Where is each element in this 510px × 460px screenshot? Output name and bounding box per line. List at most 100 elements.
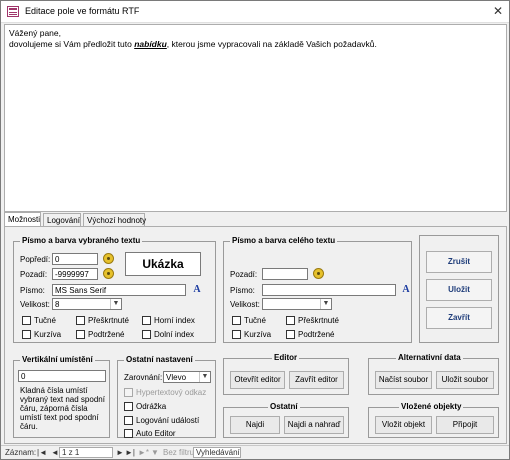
rtf-text-area[interactable]: Vážený pane, dovolujeme si Vám předložit… xyxy=(4,24,507,212)
embedded-objects-group: Vložené objekty Vložit objekt Připojit xyxy=(368,402,499,438)
close-icon[interactable]: ✕ xyxy=(491,4,505,18)
selected-text-font-group: Písmo a barva vybraného textu Popředí: 0… xyxy=(13,236,216,343)
help-line: umístí text pod spodní xyxy=(20,413,99,422)
auto-editor-checkbox[interactable] xyxy=(124,429,133,438)
hyperlink-label: Hypertextový odkaz xyxy=(136,388,207,397)
alignment-value: Vlevo xyxy=(166,373,187,382)
find-button[interactable]: Najdi xyxy=(230,416,280,434)
group-title: Ostatní xyxy=(268,402,300,411)
size-value: 8 xyxy=(55,300,60,309)
strikethrough-checkbox[interactable] xyxy=(76,316,85,325)
close-editor-button[interactable]: Zavřít editor xyxy=(289,371,344,389)
last-record-icon[interactable]: ►| xyxy=(125,448,135,457)
all-text-font-group: Písmo a barva celého textu Pozadí: Písmo… xyxy=(223,236,412,343)
bold-label: Tučné xyxy=(34,316,56,325)
alternative-data-group: Alternativní data Načíst soubor Uložit s… xyxy=(368,353,499,395)
bold-label: Tučné xyxy=(244,316,266,325)
underline-checkbox[interactable] xyxy=(76,330,85,339)
color-picker-icon[interactable] xyxy=(103,268,114,279)
options-panel: Písmo a barva vybraného textu Popředí: 0… xyxy=(4,226,507,444)
next-record-icon[interactable]: ► xyxy=(116,448,124,457)
load-file-button[interactable]: Načíst soubor xyxy=(375,371,432,389)
other-settings-group: Ostatní nastavení Zarovnání: Vlevo ▼ Hype… xyxy=(117,355,216,438)
alignment-select[interactable]: Vlevo ▼ xyxy=(163,371,211,383)
hyperlink-checkbox[interactable] xyxy=(124,388,133,397)
group-title: Písmo a barva vybraného textu xyxy=(20,236,143,245)
background-input[interactable] xyxy=(262,268,308,280)
chevron-down-icon: ▼ xyxy=(199,372,210,382)
search-input[interactable]: Vyhledávání xyxy=(193,447,241,458)
font-label: Písmo: xyxy=(20,286,45,295)
alignment-label: Zarovnání: xyxy=(124,373,163,382)
text-line-1: Vážený pane, xyxy=(9,28,61,38)
log-events-checkbox[interactable] xyxy=(124,416,133,425)
group-title: Písmo a barva celého textu xyxy=(230,236,338,245)
strikethrough-label: Přeškrtnuté xyxy=(298,316,339,325)
rtf-editor-dialog: Editace pole ve formátu RTF ✕ Vážený pan… xyxy=(0,0,510,460)
record-label: Záznam: xyxy=(5,448,37,457)
save-button[interactable]: Uložit xyxy=(426,279,492,301)
help-line: čáru, záporná čísla xyxy=(20,404,88,413)
current-record-input[interactable]: 1 z 1 xyxy=(59,447,113,458)
vertical-help-text: Kladná čísla umístí vybraný text nad spo… xyxy=(20,386,105,431)
group-title: Alternativní data xyxy=(396,353,463,362)
auto-editor-label: Auto Editor xyxy=(136,429,176,438)
underline-label: Podtržené xyxy=(88,330,125,339)
bold-checkbox[interactable] xyxy=(22,316,31,325)
italic-checkbox[interactable] xyxy=(232,330,241,339)
italic-checkbox[interactable] xyxy=(22,330,31,339)
size-select[interactable]: ▼ xyxy=(262,298,332,310)
background-label: Pozadí: xyxy=(230,270,258,279)
italic-label: Kurzíva xyxy=(244,330,272,339)
group-title: Ostatní nastavení xyxy=(124,355,195,364)
filter-icon[interactable]: ▼ xyxy=(151,448,159,457)
help-line: Kladná čísla umístí xyxy=(20,386,88,395)
foreground-input[interactable]: 0 xyxy=(52,253,98,265)
filter-status[interactable]: Bez filtru xyxy=(163,448,194,457)
log-events-label: Logování událostí xyxy=(136,416,200,425)
subscript-checkbox[interactable] xyxy=(142,330,151,339)
open-editor-button[interactable]: Otevřít editor xyxy=(230,371,285,389)
cancel-button[interactable]: Zrušit xyxy=(426,251,492,273)
font-preview: Ukázka xyxy=(125,252,201,276)
help-line: vybraný text nad spodní xyxy=(20,395,105,404)
help-line: čáru. xyxy=(20,422,38,431)
new-record-icon[interactable]: ►* xyxy=(138,448,149,457)
vertical-offset-input[interactable]: 0 xyxy=(18,370,106,382)
save-file-button[interactable]: Uložit soubor xyxy=(436,371,494,389)
subscript-label: Dolní index xyxy=(154,330,195,339)
font-input[interactable] xyxy=(262,284,396,296)
size-select[interactable]: 8 ▼ xyxy=(52,298,122,310)
italic-label: Kurzíva xyxy=(34,330,62,339)
font-dialog-icon[interactable]: A xyxy=(400,284,412,296)
first-record-icon[interactable]: |◄ xyxy=(37,448,47,457)
close-button[interactable]: Zavřít xyxy=(426,307,492,329)
text-line-2: dovolujeme si Vám předložit tuto nabídku… xyxy=(9,39,502,50)
size-label: Velikost: xyxy=(20,300,50,309)
color-picker-icon[interactable] xyxy=(103,253,114,264)
font-dialog-icon[interactable]: A xyxy=(191,284,203,296)
tab-vychozi-hodnoty[interactable]: Výchozí hodnoty xyxy=(83,213,146,226)
insert-object-button[interactable]: Vložit objekt xyxy=(375,416,432,434)
tab-logovani[interactable]: Logování xyxy=(43,213,81,226)
text-line-2-pre: dovolujeme si Vám předložit tuto xyxy=(9,39,135,49)
strikethrough-checkbox[interactable] xyxy=(286,316,295,325)
underline-checkbox[interactable] xyxy=(286,330,295,339)
previous-record-icon[interactable]: ◄ xyxy=(51,448,59,457)
strikethrough-label: Přeškrtnuté xyxy=(88,316,129,325)
window-title: Editace pole ve formátu RTF xyxy=(25,6,140,16)
bullet-label: Odrážka xyxy=(136,402,167,411)
group-title: Vertikální umístění xyxy=(20,355,95,364)
superscript-checkbox[interactable] xyxy=(142,316,151,325)
font-label: Písmo: xyxy=(230,286,255,295)
find-replace-button[interactable]: Najdi a nahraď xyxy=(284,416,344,434)
text-line-2-post: , kterou jsme vypracovali na základě Vaš… xyxy=(166,39,377,49)
bold-checkbox[interactable] xyxy=(232,316,241,325)
font-input[interactable]: MS Sans Serif xyxy=(52,284,186,296)
attach-button[interactable]: Připojit xyxy=(436,416,494,434)
chevron-down-icon: ▼ xyxy=(320,299,331,309)
background-input[interactable]: -9999997 xyxy=(52,268,98,280)
bullet-checkbox[interactable] xyxy=(124,402,133,411)
color-picker-icon[interactable] xyxy=(313,268,324,279)
tab-moznosti[interactable]: Možnosti xyxy=(4,212,41,226)
